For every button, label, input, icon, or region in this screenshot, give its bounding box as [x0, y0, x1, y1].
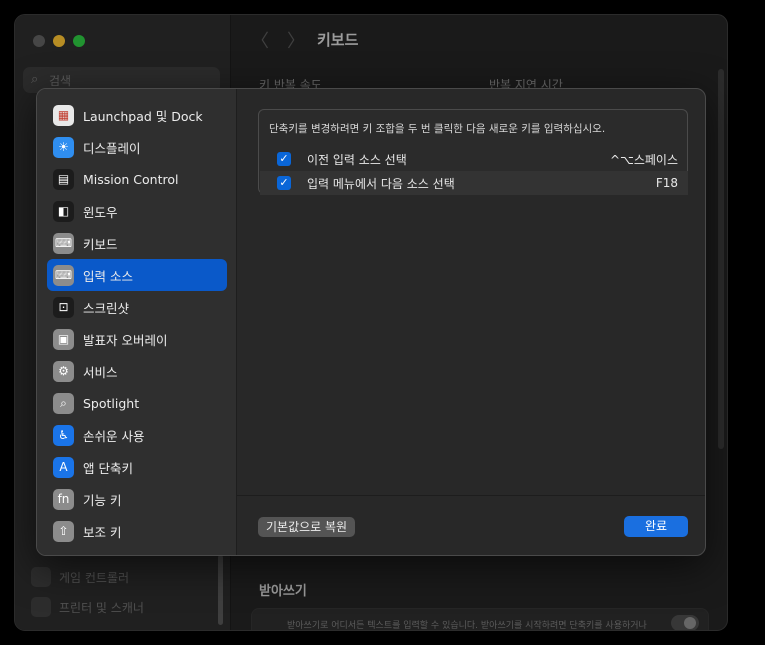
shortcut-checkbox[interactable]: ✓ — [277, 152, 291, 166]
modifier-keys-icon: ⇧ — [53, 520, 74, 542]
function-keys-icon: fn — [53, 488, 74, 510]
sidebar-item-label: Mission Control — [83, 171, 179, 187]
sidebar-item-window[interactable]: ◧ 윈도우 — [47, 195, 227, 227]
sidebar-item-function-keys[interactable]: fn 기능 키 — [47, 483, 227, 515]
sidebar-item-app-shortcuts[interactable]: A 앱 단축키 — [47, 451, 227, 483]
shortcut-row[interactable]: ✓ 입력 메뉴에서 다음 소스 선택 F18 — [260, 171, 688, 195]
app-shortcuts-icon: A — [53, 456, 74, 478]
sidebar-item-label: 앱 단축키 — [83, 460, 133, 476]
sidebar-item-label: 발표자 오버레이 — [83, 332, 168, 348]
shortcut-row[interactable]: ✓ 이전 입력 소스 선택 ^⌥스페이스 — [260, 147, 688, 171]
keyboard-shortcuts-sheet: ▦ Launchpad 및 Dock ☀ 디스플레이 ▤ Mission Control ◧… — [36, 88, 706, 556]
sidebar-item-presenter-overlay[interactable]: ▣ 발표자 오버레이 — [47, 323, 227, 355]
sidebar-item-label: 입력 소스 — [83, 268, 133, 284]
shortcut-checkbox[interactable]: ✓ — [277, 176, 291, 190]
screenshot-icon: ⊡ — [53, 296, 74, 318]
sidebar-item-label: 스크린샷 — [83, 300, 130, 316]
services-icon: ⚙ — [53, 360, 74, 382]
input-sources-icon: ⌨ — [53, 264, 74, 286]
shortcuts-list: 단축키를 변경하려면 키 조합을 두 번 클릭한 다음 새로운 키를 입력하십시… — [258, 109, 688, 195]
accessibility-icon: ♿ — [53, 424, 74, 446]
sidebar-item-mission-control[interactable]: ▤ Mission Control — [47, 163, 227, 195]
sidebar-item-label: 디스플레이 — [83, 140, 141, 156]
shortcuts-sidebar: ▦ Launchpad 및 Dock ☀ 디스플레이 ▤ Mission Control ◧… — [37, 89, 237, 555]
sidebar-item-modifier-keys[interactable]: ⇧ 보조 키 — [47, 515, 227, 547]
window-icon: ◧ — [53, 200, 74, 222]
sidebar-item-label: 키보드 — [83, 236, 118, 252]
keyboard-icon: ⌨ — [53, 232, 74, 254]
done-button[interactable]: 완료 — [624, 516, 688, 537]
sidebar-item-label: 서비스 — [83, 364, 118, 380]
sidebar-item-label: 손쉬운 사용 — [83, 428, 145, 444]
sidebar-item-display[interactable]: ☀ 디스플레이 — [47, 131, 227, 163]
launchpad-icon: ▦ — [53, 104, 74, 126]
sidebar-item-label: 보조 키 — [83, 524, 122, 540]
sidebar-item-input-sources[interactable]: ⌨ 입력 소스 — [47, 259, 227, 291]
sidebar-item-spotlight[interactable]: ⌕ Spotlight — [47, 387, 227, 419]
sidebar-item-screenshot[interactable]: ⊡ 스크린샷 — [47, 291, 227, 323]
sidebar-item-label: 윈도우 — [83, 204, 118, 220]
sidebar-item-launchpad[interactable]: ▦ Launchpad 및 Dock — [47, 99, 227, 131]
shortcut-label: 입력 메뉴에서 다음 소스 선택 — [307, 176, 455, 191]
sidebar-item-accessibility[interactable]: ♿ 손쉬운 사용 — [47, 419, 227, 451]
sidebar-item-keyboard[interactable]: ⌨ 키보드 — [47, 227, 227, 259]
shortcut-label: 이전 입력 소스 선택 — [307, 152, 407, 167]
presenter-overlay-icon: ▣ — [53, 328, 74, 350]
restore-defaults-button[interactable]: 기본값으로 복원 — [258, 517, 356, 537]
shortcut-key[interactable]: ^⌥스페이스 — [610, 151, 678, 168]
sidebar-item-services[interactable]: ⚙ 서비스 — [47, 355, 227, 387]
sidebar-item-label: Spotlight — [83, 395, 140, 411]
display-icon: ☀ — [53, 136, 74, 158]
shortcuts-instruction: 단축키를 변경하려면 키 조합을 두 번 클릭한 다음 새로운 키를 입력하십시… — [269, 123, 606, 135]
sidebar-item-label: Launchpad 및 Dock — [83, 108, 203, 124]
sidebar-item-label: 기능 키 — [83, 492, 122, 508]
shortcut-key[interactable]: F18 — [656, 176, 678, 190]
mission-control-icon: ▤ — [53, 168, 74, 190]
shortcuts-main: 단축키를 변경하려면 키 조합을 두 번 클릭한 다음 새로운 키를 입력하십시… — [237, 89, 705, 555]
spotlight-icon: ⌕ — [53, 392, 74, 414]
footer-divider — [237, 495, 705, 496]
